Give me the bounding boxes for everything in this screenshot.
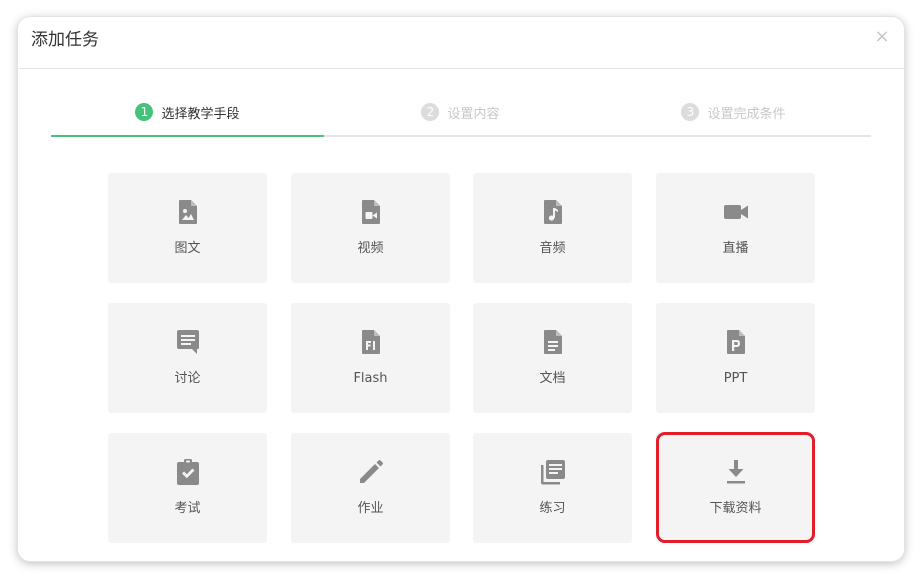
ppt-file-icon xyxy=(726,330,745,354)
tile-homework[interactable]: 作业 xyxy=(291,433,450,543)
tile-document[interactable]: 文档 xyxy=(473,303,632,413)
tile-label: 直播 xyxy=(722,241,749,256)
tile-flash[interactable]: Flash xyxy=(291,303,450,413)
step-indicator: 1 选择教学手段 2 设置内容 3 设置完成条件 xyxy=(51,88,871,138)
tile-practice[interactable]: 练习 xyxy=(473,433,632,543)
pencil-icon xyxy=(359,460,383,483)
clipboard-check-icon xyxy=(176,459,199,485)
close-button[interactable]: × xyxy=(874,26,890,48)
tile-label: 讨论 xyxy=(174,371,201,386)
tile-image-text[interactable]: 图文 xyxy=(108,173,267,283)
step-progress-bar xyxy=(51,135,324,137)
tile-label: 练习 xyxy=(539,501,566,516)
document-file-icon xyxy=(543,330,562,354)
dialog-title: 添加任务 xyxy=(31,30,99,50)
tile-label: 图文 xyxy=(174,241,201,256)
step-set-completion[interactable]: 3 设置完成条件 xyxy=(597,88,870,136)
tile-exam[interactable]: 考试 xyxy=(108,433,267,543)
close-icon: × xyxy=(874,26,890,47)
tile-label: Flash xyxy=(353,371,388,386)
image-file-icon xyxy=(178,200,197,224)
library-books-icon xyxy=(540,460,565,485)
tile-label: 视频 xyxy=(357,241,384,256)
video-file-icon xyxy=(361,200,380,224)
step-label: 设置内容 xyxy=(447,106,500,122)
step-label: 选择教学手段 xyxy=(161,106,240,122)
step-number: 3 xyxy=(681,103,700,121)
tile-label: 文档 xyxy=(539,371,566,386)
step-set-content[interactable]: 2 设置内容 xyxy=(324,88,597,136)
tile-discussion[interactable]: 讨论 xyxy=(108,303,267,413)
tile-audio[interactable]: 音频 xyxy=(473,173,632,283)
step-number: 2 xyxy=(421,103,440,121)
add-task-dialog: 添加任务 × 1 选择教学手段 2 设置内容 3 设置完成条件 图文 视频 音频… xyxy=(18,17,904,561)
tile-label: 下载资料 xyxy=(709,501,762,516)
dialog-header: 添加任务 × xyxy=(18,17,904,69)
tile-ppt[interactable]: PPT xyxy=(656,303,815,413)
tile-label: PPT xyxy=(723,371,748,386)
step-number: 1 xyxy=(135,103,154,121)
step-choose-method[interactable]: 1 选择教学手段 xyxy=(51,88,324,136)
comment-icon xyxy=(176,330,199,354)
video-camera-icon xyxy=(723,205,748,219)
tile-label: 作业 xyxy=(357,501,384,516)
flash-file-icon xyxy=(361,330,380,354)
tile-video[interactable]: 视频 xyxy=(291,173,450,283)
tile-label: 音频 xyxy=(539,241,566,256)
step-label: 设置完成条件 xyxy=(707,106,786,122)
download-icon xyxy=(726,460,745,484)
tile-label: 考试 xyxy=(174,501,201,516)
tile-download-materials[interactable]: 下载资料 xyxy=(656,433,815,543)
tile-live[interactable]: 直播 xyxy=(656,173,815,283)
audio-file-icon xyxy=(543,200,562,224)
